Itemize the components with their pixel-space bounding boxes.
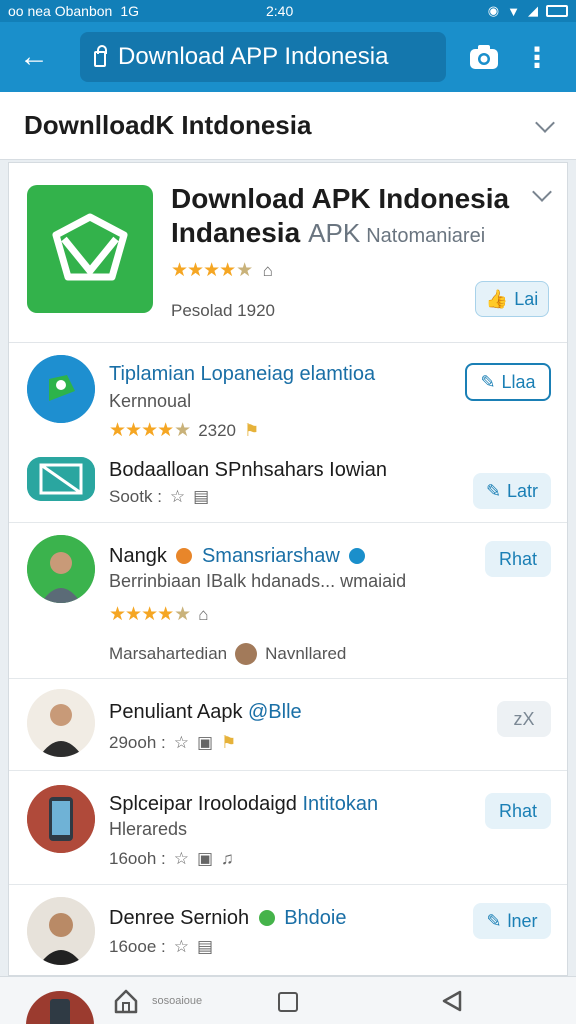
- flag-icon: ⚑: [221, 733, 237, 752]
- install-button[interactable]: Rhat: [485, 793, 551, 829]
- nav-label: sosoaioue: [152, 995, 203, 1007]
- item-meta: Marsahartedian Navnllared: [109, 643, 347, 665]
- install-button[interactable]: ✎ lner: [473, 903, 551, 939]
- item-meta: 29ooh : ☆ ▣ ⚑: [109, 733, 237, 752]
- featured-app[interactable]: Download APK Indonesia Indanesia APK Natom…: [9, 163, 567, 343]
- page-title: DownlloadK Intdonesia: [24, 110, 312, 140]
- calendar-icon: ▣: [196, 849, 214, 868]
- browser-toolbar: ← Download APP Indonesia ⋮: [0, 22, 576, 92]
- verified-icon: [349, 548, 366, 564]
- item-title: Splceipar Iroolodaigd Intitokan: [109, 793, 379, 815]
- download-button-label: Lai: [514, 288, 539, 309]
- item-meta: 16ooh : ☆ ▣ ♫: [109, 849, 234, 868]
- app-list-card: Download APK Indonesia Indanesia APK Natom…: [8, 162, 568, 976]
- calendar-icon: ▣: [196, 733, 214, 752]
- list-item[interactable]: Penuliant Aapk @Blle 29ooh : ☆ ▣ ⚑ zX: [9, 679, 567, 771]
- item-subtitle: Kernnoual: [109, 391, 192, 411]
- edit-icon: ✎: [485, 480, 502, 501]
- item-title: Tiplamian Lopaneiag elamtioa: [109, 363, 376, 385]
- list-item[interactable]: Splceipar Iroolodaigd Intitokan Hlerared…: [9, 771, 567, 885]
- page-header: DownlloadK Intdonesia: [0, 92, 576, 160]
- app-subtitle: Indanesia APK Natomaniarei: [171, 217, 485, 249]
- badge-icon: [176, 548, 193, 564]
- install-button[interactable]: zX: [497, 701, 551, 737]
- wifi-icon: ▼: [507, 3, 520, 19]
- star-rating-icon: ★★★★ ★: [109, 604, 191, 625]
- star-outline-icon: ☆: [173, 937, 189, 956]
- network-text: 1G: [120, 3, 140, 19]
- thumbs-up-icon: 👍: [485, 288, 509, 309]
- download-button[interactable]: 👍 Lai: [475, 281, 549, 317]
- star-outline-icon: ☆: [173, 733, 189, 752]
- list-item[interactable]: Denree Sernioh Bhdoie 16ooe : ☆ ▤ ✎ lner: [9, 885, 567, 977]
- avatar: [27, 897, 95, 965]
- app-logo-icon: [27, 185, 153, 313]
- peek-avatar: [26, 991, 94, 1024]
- item-title: Nangk Smansriarshaw: [109, 545, 369, 568]
- list-item[interactable]: Nangk Smansriarshaw Berrinbiaan IBalk hd…: [9, 523, 567, 679]
- list-item[interactable]: Bodaalloan SPnhsahars Iowian Sootk : ☆ ▤…: [9, 443, 567, 523]
- home-outline-icon: ⌂: [262, 261, 273, 280]
- back-arrow-icon[interactable]: ←: [10, 33, 58, 81]
- app-icon: [27, 355, 95, 423]
- item-meta: ★★★★ ★ 2320 ⚑: [109, 420, 260, 441]
- battery-icon: [546, 5, 568, 17]
- home-outline-icon: ⌂: [198, 604, 209, 624]
- item-title: Denree Sernioh Bhdoie: [109, 907, 347, 929]
- store-icon: ▤: [196, 937, 214, 956]
- lock-icon: [94, 45, 107, 67]
- rating-stars: ★★★★ ★ ⌂: [171, 259, 273, 282]
- list-item[interactable]: Tiplamian Lopaneiag elamtioa Kernnoual ★…: [9, 343, 567, 443]
- install-button[interactable]: ✎ Llaa: [465, 363, 551, 401]
- item-subtitle: Berrinbiaan IBalk hdanads... wmaiaid: [109, 571, 407, 591]
- url-field[interactable]: Download APP Indonesia: [80, 32, 446, 82]
- item-meta: 16ooe : ☆ ▤: [109, 937, 214, 956]
- small-avatar: [235, 643, 258, 665]
- app-subtitle-apk: APK: [308, 218, 361, 248]
- system-nav-bar: sosoaioue: [0, 976, 576, 1024]
- app-icon: [27, 457, 95, 501]
- app-subtitle-extra: Natomaniarei: [366, 225, 486, 247]
- star-rating-icon: ★★★★ ★: [171, 260, 253, 281]
- url-text: Download APP Indonesia: [118, 43, 389, 70]
- chevron-down-icon[interactable]: [535, 112, 555, 133]
- store-icon: ▤: [193, 487, 210, 506]
- item-title: Penuliant Aapk @Blle: [109, 701, 302, 723]
- edit-icon: ✎: [486, 910, 502, 931]
- music-icon: ♫: [221, 849, 234, 868]
- carrier-text: oo nea Obanbon: [8, 3, 113, 19]
- status-left: oo nea Obanbon 1G: [8, 3, 139, 19]
- clock-time: 2:40: [266, 3, 294, 19]
- star-outline-icon: ☆: [169, 487, 186, 506]
- app-subtitle-strong: Indanesia: [171, 217, 301, 248]
- star-rating-icon: ★★★★ ★: [109, 420, 191, 441]
- more-vert-icon[interactable]: ⋮: [522, 35, 552, 79]
- edit-icon: ✎: [480, 371, 496, 392]
- flag-icon: ⚑: [244, 420, 260, 440]
- download-count: Pesolad 1920: [171, 301, 275, 320]
- avatar: [27, 535, 95, 603]
- location-icon: ◉: [487, 3, 500, 18]
- status-bar: oo nea Obanbon 1G 2:40 ◉ ▼ ◢: [0, 0, 576, 22]
- signal-icon: ◢: [528, 3, 538, 18]
- camera-icon[interactable]: [462, 35, 506, 79]
- collapse-chevron-icon[interactable]: [532, 182, 552, 202]
- item-title: Bodaalloan SPnhsahars Iowian: [109, 459, 387, 481]
- verified-icon: [258, 910, 275, 926]
- item-meta: Sootk : ☆ ▤: [109, 487, 210, 506]
- item-rating: ★★★★ ★ ⌂: [109, 603, 208, 626]
- install-button[interactable]: ✎ Latr: [473, 473, 551, 509]
- home-icon[interactable]: [112, 987, 140, 1015]
- status-icons: ◉ ▼ ◢: [488, 3, 568, 19]
- star-outline-icon: ☆: [173, 849, 189, 868]
- avatar: [27, 689, 95, 757]
- app-icon: [27, 785, 95, 853]
- app-title: Download APK Indonesia: [171, 183, 510, 214]
- recent-apps-icon[interactable]: [278, 992, 298, 1012]
- back-triangle-icon[interactable]: [440, 989, 464, 1013]
- install-button[interactable]: Rhat: [485, 541, 551, 577]
- item-subtitle: Hlerareds: [109, 819, 188, 839]
